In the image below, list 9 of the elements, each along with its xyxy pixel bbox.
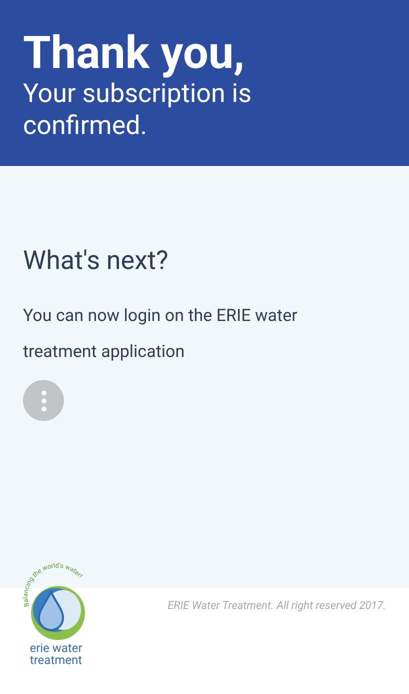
logo-text: erie water [30,642,82,654]
logo-text: treatment [30,654,82,666]
section-heading: What's next? [23,245,170,278]
more-icon [40,390,46,412]
copyright-text: ERIE Water Treatment. All right reserved 2017. [168,598,386,614]
body-text: You can now login on the ERIE water treatment application [23,305,298,364]
more-button[interactable] [23,380,64,421]
page-title: Thank you, [23,28,246,78]
page-subtitle: Your subscription is confirmed. [23,78,253,142]
